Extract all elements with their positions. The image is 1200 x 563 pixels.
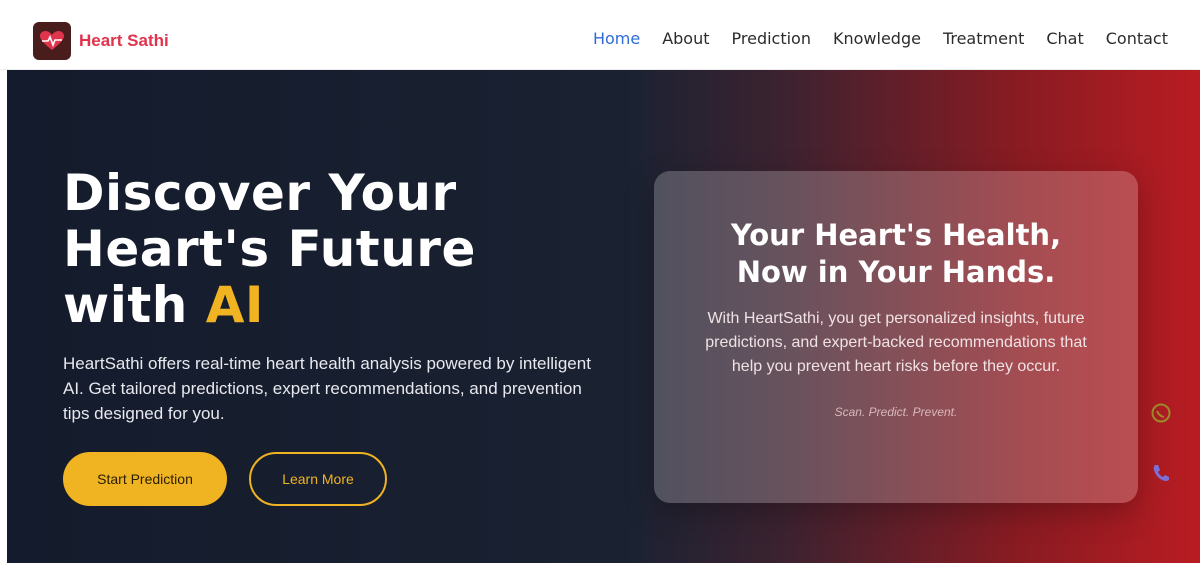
start-prediction-button[interactable]: Start Prediction — [63, 452, 227, 506]
card-description: With HeartSathi, you get personalized in… — [705, 310, 1087, 375]
hero-title-line1: Discover Your — [63, 164, 457, 222]
learn-more-button[interactable]: Learn More — [249, 452, 387, 506]
card-title-line1: Your Heart's Health, — [730, 218, 1062, 252]
chat-icon[interactable] — [1148, 400, 1174, 426]
brand-link[interactable]: Heart Sathi — [33, 22, 169, 60]
hero-section: Discover Your Heart's Future with AI Hea… — [7, 70, 1200, 563]
nav-contact[interactable]: Contact — [1106, 29, 1168, 48]
hero-title-line3-prefix: with — [63, 276, 206, 334]
nav-menu: Home About Prediction Knowledge Treatmen… — [593, 29, 1168, 48]
brand-name: Heart Sathi — [79, 31, 169, 50]
nav-knowledge[interactable]: Knowledge — [833, 29, 921, 48]
nav-prediction[interactable]: Prediction — [732, 29, 811, 48]
card-tagline: Scan. Predict. Prevent. — [834, 405, 958, 419]
phone-icon[interactable] — [1148, 460, 1174, 486]
nav-home[interactable]: Home — [593, 29, 640, 48]
card-title-line2: Now in Your Hands. — [736, 255, 1056, 289]
heart-pulse-icon — [33, 22, 71, 60]
nav-chat[interactable]: Chat — [1046, 29, 1083, 48]
nav-treatment[interactable]: Treatment — [943, 29, 1024, 48]
hero-title-line2: Heart's Future — [63, 220, 476, 278]
nav-about[interactable]: About — [662, 29, 709, 48]
hero-description: HeartSathi offers real-time heart health… — [63, 354, 591, 423]
hero-title: Discover Your Heart's Future with AI — [63, 165, 623, 333]
info-card: Your Heart's Health, Now in Your Hands. … — [654, 171, 1138, 503]
hero-title-highlight: AI — [205, 276, 265, 334]
card-title: Your Heart's Health, Now in Your Hands. — [654, 217, 1138, 291]
navbar: Heart Sathi Home About Prediction Knowle… — [0, 0, 1200, 70]
hero-content: Discover Your Heart's Future with AI Hea… — [63, 165, 623, 506]
hero-buttons: Start Prediction Learn More — [63, 452, 623, 506]
